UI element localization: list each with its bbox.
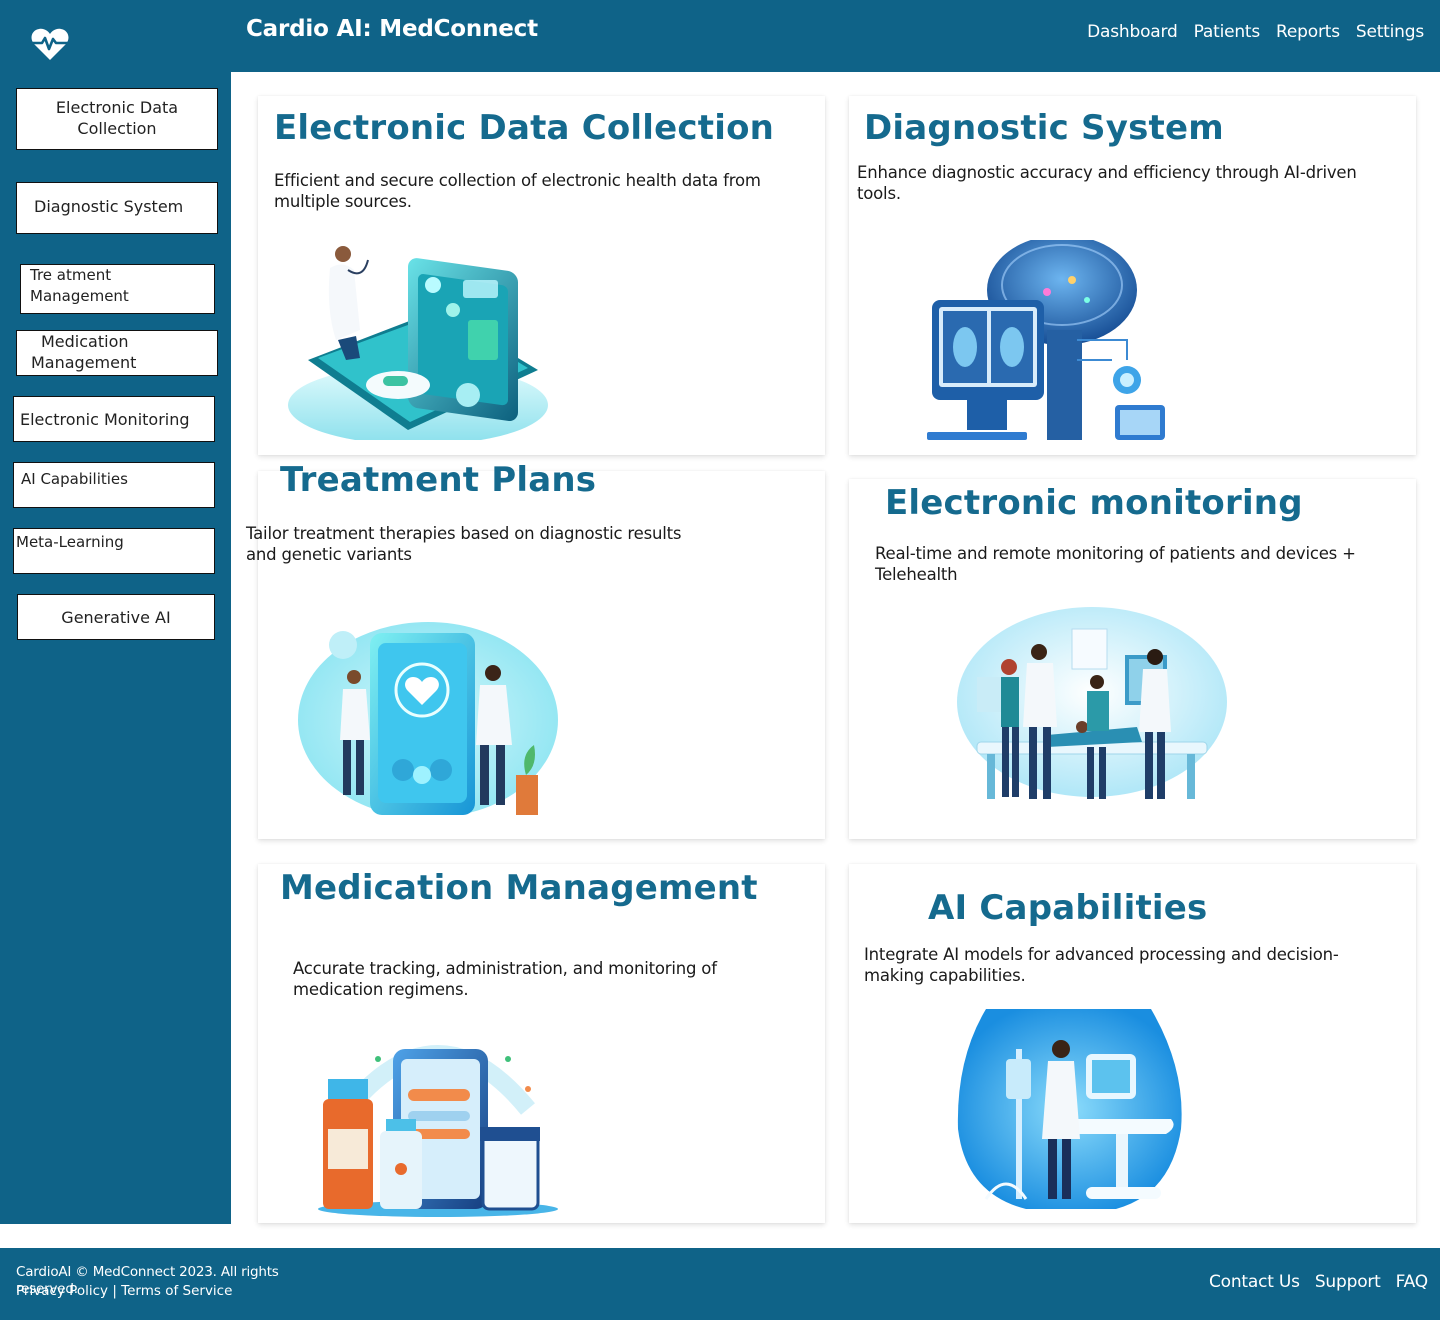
medicine-bottles-phone-illustration bbox=[318, 1045, 558, 1217]
card-title: Electronic Data Collection bbox=[274, 108, 775, 148]
sidebar-item-label: Electronic Data bbox=[55, 98, 179, 117]
card-description: Real-time and remote monitoring of patie… bbox=[875, 544, 1356, 584]
card-title: Treatment Plans bbox=[280, 460, 597, 500]
sidebar-item-label: Diagnostic System bbox=[34, 197, 184, 216]
doctor-with-medical-equipment-illustration bbox=[957, 1009, 1182, 1209]
legal-separator: | bbox=[112, 1283, 117, 1299]
card-medication-management[interactable]: Medication Management Accurate tracking,… bbox=[258, 864, 825, 1223]
terms-of-service-link[interactable]: Terms of Service bbox=[121, 1283, 232, 1299]
legal-links: Privacy Policy | Terms of Service bbox=[16, 1283, 232, 1299]
support-link[interactable]: Support bbox=[1315, 1272, 1381, 1292]
sidebar-item-electronic-data-collection[interactable]: Electronic Data Collection bbox=[16, 88, 218, 150]
card-description: Efficient and secure collection of elect… bbox=[274, 171, 761, 211]
card-ai-capabilities[interactable]: AI Capabilities Integrate AI models for … bbox=[849, 864, 1416, 1223]
contact-us-link[interactable]: Contact Us bbox=[1209, 1272, 1300, 1292]
sidebar-item-medication-management[interactable]: Medication Management bbox=[16, 330, 218, 376]
nav-patients[interactable]: Patients bbox=[1194, 22, 1261, 42]
sidebar-item-treatment-management[interactable]: Tre atment Management bbox=[20, 264, 215, 314]
privacy-policy-link[interactable]: Privacy Policy bbox=[16, 1283, 108, 1299]
app-title: Cardio AI: MedConnect bbox=[246, 16, 538, 42]
doctor-with-tablet-data-illustration bbox=[288, 246, 548, 440]
faq-link[interactable]: FAQ bbox=[1396, 1272, 1429, 1292]
card-title: Electronic monitoring bbox=[885, 483, 1303, 523]
sidebar-item-label: Meta-Learning bbox=[16, 533, 124, 551]
sidebar-item-label: Management bbox=[31, 353, 137, 372]
heart-pulse-icon[interactable] bbox=[30, 27, 70, 61]
sidebar-item-label: Collection bbox=[77, 119, 157, 138]
card-electronic-data-collection[interactable]: Electronic Data Collection Efficient and… bbox=[258, 96, 825, 455]
top-header: Cardio AI: MedConnect Dashboard Patients… bbox=[0, 0, 1440, 72]
card-description: Enhance diagnostic accuracy and efficien… bbox=[857, 163, 1357, 203]
sidebar-item-label: Management bbox=[30, 287, 129, 305]
card-title: Medication Management bbox=[280, 868, 758, 908]
card-description: Tailor treatment therapies based on diag… bbox=[246, 524, 682, 564]
card-title: Diagnostic System bbox=[864, 108, 1224, 148]
sidebar-item-meta-learning[interactable]: Meta-Learning bbox=[13, 528, 215, 574]
sidebar-item-electronic-monitoring[interactable]: Electronic Monitoring bbox=[13, 396, 215, 442]
card-title: AI Capabilities bbox=[928, 888, 1208, 928]
sidebar-item-label: Tre atment bbox=[30, 266, 112, 284]
top-nav: Dashboard Patients Reports Settings bbox=[1087, 22, 1424, 42]
sidebar-item-diagnostic-system[interactable]: Diagnostic System bbox=[16, 182, 218, 234]
doctors-with-phone-heart-illustration bbox=[298, 622, 558, 815]
card-electronic-monitoring[interactable]: Electronic monitoring Real-time and remo… bbox=[849, 479, 1416, 839]
card-description: Integrate AI models for advanced process… bbox=[864, 945, 1339, 985]
sidebar: Electronic Data Collection Diagnostic Sy… bbox=[0, 72, 231, 1224]
footer: CardioAI © MedConnect 2023. All rights r… bbox=[0, 1248, 1440, 1320]
sidebar-item-label: Generative AI bbox=[61, 608, 171, 627]
sidebar-item-ai-capabilities[interactable]: AI Capabilities bbox=[13, 462, 215, 508]
card-description: Accurate tracking, administration, and m… bbox=[293, 959, 717, 999]
card-diagnostic-system[interactable]: Diagnostic System Enhance diagnostic acc… bbox=[849, 96, 1416, 455]
footer-nav: Contact Us Support FAQ bbox=[1209, 1272, 1428, 1292]
sidebar-item-generative-ai[interactable]: Generative AI bbox=[17, 594, 215, 640]
sidebar-item-label: Electronic Monitoring bbox=[20, 410, 190, 429]
nav-reports[interactable]: Reports bbox=[1276, 22, 1340, 42]
brain-scan-monitor-illustration bbox=[927, 240, 1165, 440]
nav-settings[interactable]: Settings bbox=[1356, 22, 1424, 42]
sidebar-item-label: AI Capabilities bbox=[21, 470, 128, 488]
sidebar-item-label: Medication bbox=[41, 332, 129, 351]
medical-team-patient-bed-illustration bbox=[957, 607, 1227, 799]
nav-dashboard[interactable]: Dashboard bbox=[1087, 22, 1178, 42]
card-treatment-plans[interactable]: Treatment Plans Tailor treatment therapi… bbox=[246, 460, 825, 839]
